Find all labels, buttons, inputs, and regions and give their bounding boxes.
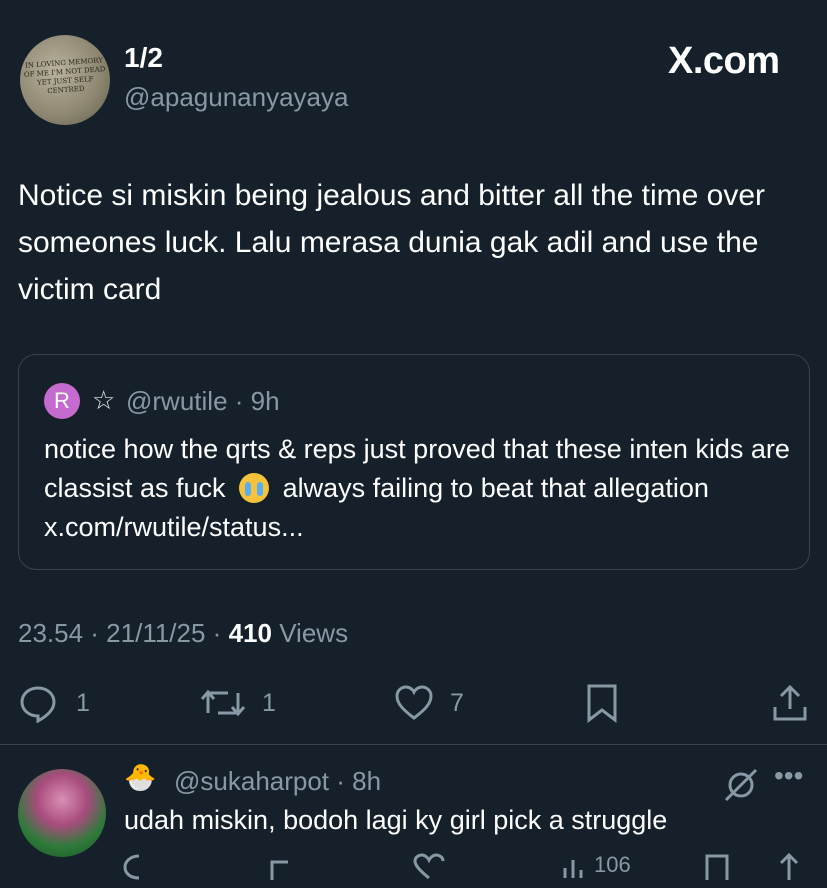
repost-icon — [200, 689, 246, 717]
share-button[interactable] — [770, 683, 810, 723]
tweet-meta: 23.54 · 21/11/25 · 410 Views — [18, 618, 348, 649]
divider — [0, 744, 827, 745]
views-count: 410 — [228, 618, 272, 648]
reply-reply-icon[interactable] — [122, 852, 156, 888]
share-icon — [773, 684, 807, 721]
quoted-author-meta[interactable]: @rwutile · 9h — [126, 386, 280, 417]
heart-icon — [395, 685, 433, 720]
reply-views[interactable]: 106 — [560, 852, 631, 878]
tweet-timestamp: 23.54 · 21/11/25 · — [18, 618, 222, 648]
reply-count: 1 — [76, 688, 90, 717]
avatar-gravestone-text: IN LOVING MEMORY OF ME I'M NOT DEAD YET … — [23, 56, 106, 96]
more-options-icon[interactable]: ••• — [774, 760, 803, 792]
reply-time: · 8h — [336, 766, 382, 796]
reply-bookmark-icon[interactable] — [702, 852, 732, 888]
reply-like-icon[interactable] — [412, 852, 446, 888]
star-icon: ☆ — [92, 385, 116, 415]
loudly-crying-emoji-icon — [239, 473, 270, 503]
thread-position: 1/2 — [124, 42, 163, 73]
reply-views-count: 106 — [594, 852, 631, 877]
reply-author-avatar[interactable] — [18, 769, 106, 857]
views-label: Views — [279, 618, 349, 648]
bookmark-icon — [587, 684, 617, 723]
reply-author-meta[interactable]: @sukaharpot · 8h — [174, 766, 381, 797]
quoted-author-handle[interactable]: @rwutile — [126, 386, 228, 416]
quoted-tweet-text: notice how the qrts & reps just proved t… — [44, 430, 794, 547]
tweet-text: Notice si miskin being jealous and bitte… — [18, 179, 766, 306]
author-avatar[interactable]: IN LOVING MEMORY OF ME I'M NOT DEAD YET … — [20, 35, 110, 125]
reply-repost-icon[interactable] — [266, 852, 300, 888]
reply-author-handle[interactable]: @sukaharpot — [174, 766, 329, 796]
quoted-time: · 9h — [234, 386, 280, 416]
reply-button[interactable]: 1 — [18, 683, 90, 723]
quoted-author-avatar[interactable]: R — [44, 383, 80, 419]
like-count: 7 — [450, 688, 464, 717]
bookmark-button[interactable] — [584, 683, 620, 723]
repost-count: 1 — [262, 688, 276, 717]
reply-text: udah miskin, bodoh lagi ky girl pick a s… — [124, 805, 668, 835]
author-handle[interactable]: @apagunanyayaya — [124, 82, 348, 113]
like-button[interactable]: 7 — [394, 683, 464, 723]
hatching-chick-emoji-icon: 🐣 — [124, 762, 157, 792]
grok-icon[interactable] — [722, 766, 760, 809]
reply-icon — [20, 686, 56, 723]
repost-button[interactable]: 1 — [200, 683, 276, 723]
reply-share-icon[interactable] — [774, 852, 804, 888]
x-logo: X.com — [668, 40, 780, 82]
